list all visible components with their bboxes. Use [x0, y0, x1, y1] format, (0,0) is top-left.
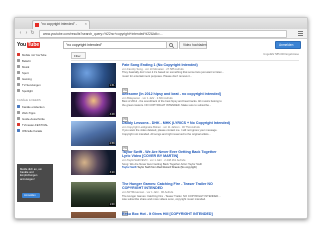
tab-strip: "no copyright intended" - × — [15, 18, 307, 29]
divider — [71, 60, 299, 61]
sidebar-item-official[interactable]: Offizielle Kanäle — [17, 128, 42, 133]
youtube-logo[interactable]: You Tube — [17, 41, 41, 48]
result-item[interactable]: 1:00 The Hunger Games: Catching Fire - T… — [71, 182, 299, 217]
video-description-2: the great creators. NO COPYRIGHT INTENDE… — [122, 103, 212, 107]
channels-heading: KANÄLE & FEEDS — [17, 98, 41, 102]
channel-icon — [17, 117, 20, 120]
result-item[interactable]: Boku Boc Hot - It Gives Hill [COPYRIGHT … — [71, 212, 299, 218]
youtube-icon — [17, 53, 20, 56]
address-bar: ‹ › ↻ www.youtube.com/results?search_que… — [15, 29, 307, 39]
result-item[interactable]: 3:20 Taylor Swift - We Are Never Ever Ge… — [71, 150, 299, 176]
promo-signin-button[interactable]: Anmelden — [22, 193, 40, 198]
forward-icon[interactable]: › — [24, 31, 29, 36]
duration-badge: 3:20 — [109, 171, 115, 174]
upload-button[interactable]: Video hochladen — [179, 41, 207, 49]
result-item[interactable]: 3:48 awesome [in 2012 hipsy and beat - n… — [71, 92, 299, 122]
duration-badge: 2:58 — [109, 142, 115, 145]
duration-badge: 1:00 — [109, 203, 115, 206]
youtube-favicon-icon — [35, 23, 39, 27]
filter-button[interactable]: Filter — [71, 52, 86, 59]
channel-icon — [17, 123, 20, 126]
search-icon — [169, 42, 174, 48]
duration-badge: 1:31 — [109, 84, 115, 87]
video-thumbnail[interactable]: 2:58 — [71, 121, 116, 146]
video-description-2: Like subscribe share and more videos soo… — [122, 197, 206, 201]
sidebar-item-gaming[interactable]: Gaming — [17, 76, 32, 81]
url-text: www.youtube.com/results?search_query=%22… — [43, 31, 163, 36]
reload-icon[interactable]: ↻ — [30, 31, 35, 36]
signin-promo: Melde dich an, um Kanäle und Empfehlunge… — [17, 164, 53, 202]
tv-icon — [17, 83, 20, 86]
gaming-icon — [17, 77, 20, 80]
channel-icon — [17, 111, 20, 114]
upload-label: Video hochladen — [183, 43, 207, 47]
close-tab-icon[interactable]: × — [85, 21, 87, 26]
search-value: "no copyright intended" — [66, 42, 102, 47]
sidebar: Mobile mit YouTube Beliebt Musik Sport G… — [15, 52, 57, 218]
video-thumbnail[interactable]: 3:20 — [71, 150, 116, 175]
signin-button[interactable]: Anmelden — [275, 41, 301, 49]
video-title[interactable]: Boku Boc Hot - It Gives Hill [COPYRIGHT … — [122, 212, 298, 216]
video-description-2: Copyright not intended. All songs and ri… — [122, 132, 211, 136]
video-thumbnail[interactable]: 3:48 — [71, 92, 116, 117]
result-item[interactable]: 2:58 Daddy Lessons - DHK - MHK (LYRICS +… — [71, 121, 299, 151]
duration-badge: 3:48 — [109, 113, 115, 116]
browser-tab[interactable]: "no copyright intended" - × — [32, 20, 90, 29]
channel-prefix[interactable]: Taylor Swift — [122, 166, 137, 169]
channel-icon — [17, 129, 20, 132]
video-title[interactable]: awesome [in 2012 hipsy and beat - no cop… — [122, 92, 298, 96]
sidebar-item-sport[interactable]: Sport — [17, 70, 29, 75]
sidebar-item-spotlight[interactable]: Spotlight — [17, 88, 33, 93]
popular-icon — [17, 59, 20, 62]
youtube-header: You Tube "no copyright intended" Video h… — [15, 39, 307, 50]
logo-tube: Tube — [26, 41, 41, 48]
promo-text: Melde dich an, um Kanäle und Empfehlunge… — [20, 168, 42, 181]
logo-you: You — [17, 41, 27, 48]
menu-icon[interactable] — [298, 31, 303, 36]
channel-line: Taylor Swift Taylor Swift from Red Recor… — [122, 165, 197, 169]
video-description-2: music for entertainment purposes. Please… — [122, 74, 193, 78]
sidebar-item-festival[interactable]: TVmaster-FESTIVAL — [17, 122, 48, 127]
url-field[interactable]: www.youtube.com/results?search_query=%22… — [39, 30, 287, 38]
video-title[interactable]: Daddy Lessons - DHK - MHK (LYRICS + No C… — [122, 121, 298, 125]
video-thumbnail[interactable]: 1:31 — [71, 63, 116, 88]
channels-icon — [17, 105, 20, 108]
video-thumbnail[interactable] — [71, 212, 116, 218]
video-thumbnail[interactable]: 1:00 — [71, 182, 116, 207]
back-icon[interactable]: ‹ — [18, 31, 23, 36]
spotlight-icon — [17, 89, 20, 92]
browser-window: "no copyright intended" - × ‹ › ↻ www.yo… — [14, 17, 308, 219]
result-item[interactable]: 1:31 Fate Song Ending 1 (No Copyright In… — [71, 63, 299, 93]
sidebar-item-mobile[interactable]: Mobile mit YouTube — [17, 52, 46, 57]
search-input[interactable]: "no copyright intended" — [63, 41, 167, 49]
sidebar-item-guide[interactable]: Guide-Ausschnitte — [17, 116, 45, 121]
result-count: Ungefähr 585.000 Ergebnisse — [263, 53, 299, 56]
sidebar-item-popular[interactable]: Beliebt — [17, 58, 31, 63]
results-panel: Filter Ungefähr 585.000 Ergebnisse 1:31 … — [67, 52, 303, 218]
sidebar-item-web-tips[interactable]: Web-Tipps — [17, 110, 35, 115]
sidebar-item-tv[interactable]: TV-Sendungen — [17, 82, 41, 87]
video-title[interactable]: Fate Song Ending 1 (No Copyright Intende… — [122, 63, 298, 67]
music-icon — [17, 65, 20, 68]
signin-label: Anmelden — [279, 43, 294, 47]
search-button[interactable] — [166, 41, 178, 49]
tab-title: "no copyright intended" - — [41, 22, 77, 26]
sidebar-item-music[interactable]: Musik — [17, 64, 29, 69]
sidebar-item-browse-channels[interactable]: Kanäle entdecken — [17, 104, 44, 109]
sport-icon — [17, 71, 20, 74]
